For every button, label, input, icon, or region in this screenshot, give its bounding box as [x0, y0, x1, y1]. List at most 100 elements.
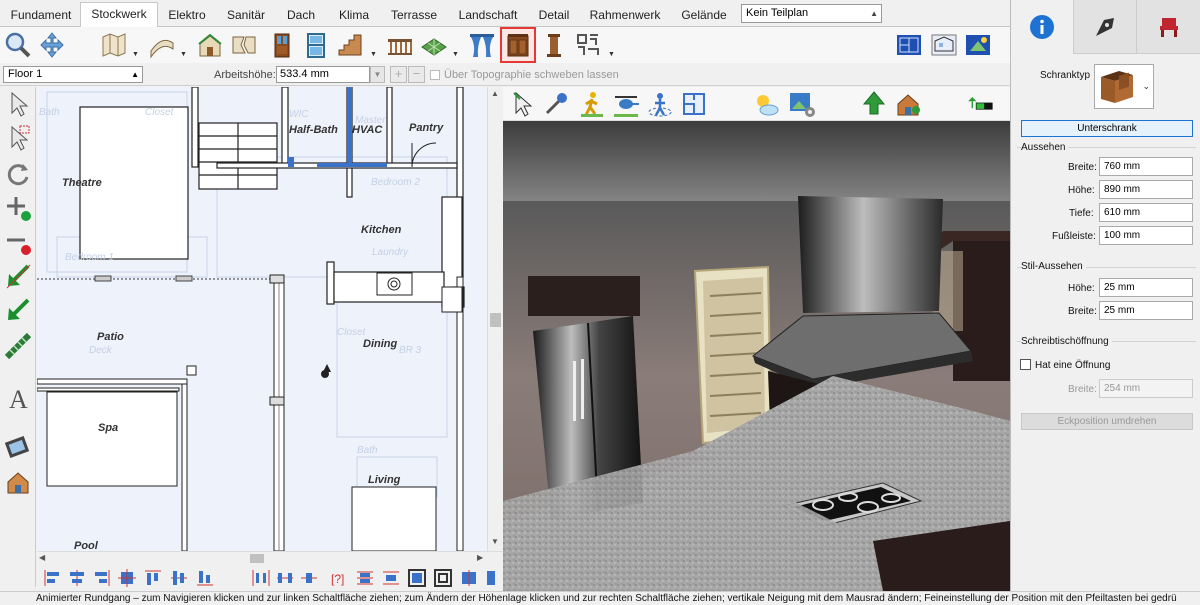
curved-wall-button[interactable] — [146, 29, 178, 61]
layer-toggle-tool[interactable] — [965, 89, 995, 119]
scroll-right-icon[interactable]: ▶ — [477, 553, 483, 562]
tab-stockwerk[interactable]: Stockwerk — [80, 2, 158, 28]
floor-plan-view-button[interactable] — [893, 29, 925, 61]
dropdown-arrow-icon[interactable]: ▼ — [180, 51, 187, 58]
camera-tool[interactable] — [3, 431, 33, 461]
align-right-button[interactable] — [91, 568, 111, 588]
flip-button[interactable] — [459, 568, 479, 588]
hatch-tool[interactable] — [3, 331, 33, 361]
align-top-button[interactable] — [143, 568, 163, 588]
3d-render-view[interactable] — [503, 121, 1010, 591]
plan-vertical-scrollbar[interactable]: ▲ ▼ — [487, 87, 503, 551]
eyedropper-tool[interactable] — [541, 89, 571, 119]
toe-kick-input[interactable]: 100 mm — [1099, 226, 1193, 245]
tab-rahmenwerk[interactable]: Rahmenwerk — [578, 4, 672, 26]
plan-overlay-tool[interactable] — [679, 89, 709, 119]
stairs-button[interactable] — [334, 29, 366, 61]
add-point-tool[interactable] — [3, 193, 33, 223]
more-button[interactable] — [485, 568, 505, 588]
dollhouse-tool[interactable] — [645, 89, 675, 119]
decrease-button[interactable]: − — [408, 66, 425, 83]
tab-elektro[interactable]: Elektro — [158, 4, 216, 26]
3d-view-button[interactable] — [962, 29, 994, 61]
pan-button[interactable] — [36, 29, 68, 61]
walkthrough-tool[interactable] — [577, 89, 607, 119]
tab-klima[interactable]: Klima — [326, 4, 382, 26]
text-tool[interactable]: A — [3, 383, 33, 413]
tab-dach[interactable]: Dach — [276, 4, 326, 26]
topography-checkbox[interactable] — [430, 70, 440, 80]
align-bottom-button[interactable] — [195, 568, 215, 588]
broken-wall-button[interactable] — [228, 29, 260, 61]
3d-select-tool[interactable] — [507, 89, 537, 119]
dropdown-arrow-icon[interactable]: ▼ — [132, 51, 139, 58]
width-input[interactable]: 760 mm — [1099, 157, 1193, 176]
window-button[interactable] — [300, 29, 332, 61]
scroll-left-icon[interactable]: ◀ — [39, 553, 45, 562]
plan-horizontal-scrollbar[interactable]: ◀ ▶ — [37, 551, 503, 565]
door-button[interactable] — [266, 29, 298, 61]
sun-settings-tool[interactable] — [751, 89, 781, 119]
home-view-tool[interactable] — [3, 467, 33, 497]
base-cabinet-button[interactable]: Unterschrank — [1021, 120, 1193, 137]
floor-select[interactable]: Floor 1▲▼ — [3, 66, 143, 94]
style-height-input[interactable]: 25 mm — [1099, 278, 1193, 297]
center-cross-button[interactable] — [117, 568, 137, 588]
scroll-up-icon[interactable]: ▲ — [491, 89, 499, 98]
dropdown-arrow-icon[interactable]: ▼ — [452, 51, 459, 58]
height-input[interactable]: 890 mm — [1099, 180, 1193, 199]
render-settings-tool[interactable] — [787, 89, 817, 119]
tab-fundament[interactable]: Fundament — [2, 4, 80, 26]
elevation-view-button[interactable] — [928, 29, 960, 61]
select-tool[interactable] — [3, 89, 33, 119]
space-h2-button[interactable] — [299, 568, 319, 588]
chevron-down-icon[interactable]: ▼ — [370, 66, 385, 83]
stack2-button[interactable] — [381, 568, 401, 588]
tab-sanitaer[interactable]: Sanitär — [216, 4, 276, 26]
tab-material[interactable] — [1137, 0, 1200, 54]
cabinet-button[interactable] — [500, 27, 536, 63]
remove-point-tool[interactable] — [3, 227, 33, 257]
curtain-button[interactable] — [466, 29, 498, 61]
scroll-thumb[interactable] — [250, 554, 264, 563]
align-left-button[interactable] — [43, 568, 63, 588]
terrain-tool[interactable] — [859, 89, 889, 119]
distribute-h-button[interactable] — [251, 568, 271, 588]
align-middle-button[interactable] — [169, 568, 189, 588]
flyover-tool[interactable] — [611, 89, 641, 119]
move-up-tool[interactable] — [3, 295, 33, 325]
stack-button[interactable] — [355, 568, 375, 588]
plan-select[interactable]: Kein Teilplan▲▼ — [741, 4, 882, 35]
column-button[interactable] — [538, 29, 570, 61]
working-height-input[interactable]: 533.4 mm — [276, 66, 370, 83]
frame-button[interactable] — [407, 568, 427, 588]
floor-pattern-button[interactable] — [418, 29, 450, 61]
rotate-tool[interactable] — [3, 159, 33, 189]
exterior-view-tool[interactable] — [893, 89, 923, 119]
style-width-input[interactable]: 25 mm — [1099, 301, 1193, 320]
scroll-thumb[interactable] — [490, 313, 501, 327]
tab-landschaft[interactable]: Landschaft — [446, 4, 530, 26]
tab-terrasse[interactable]: Terrasse — [382, 4, 446, 26]
cabinet-type-picker[interactable]: ⌄ — [1094, 64, 1154, 109]
tab-style[interactable] — [1074, 0, 1137, 54]
dropdown-arrow-icon[interactable]: ▼ — [370, 51, 377, 58]
map-button[interactable] — [98, 29, 130, 61]
tab-gelaende[interactable]: Gelände — [672, 4, 736, 26]
railing-button[interactable] — [384, 29, 416, 61]
room-button[interactable] — [194, 29, 226, 61]
group-button[interactable] — [433, 568, 453, 588]
align-center-button[interactable] — [67, 568, 87, 588]
move-down-tool[interactable] — [3, 261, 33, 291]
tab-detail[interactable]: Detail — [530, 4, 578, 26]
scroll-down-icon[interactable]: ▼ — [491, 537, 499, 546]
depth-input[interactable]: 610 mm — [1099, 203, 1193, 222]
multi-select-tool[interactable] — [3, 123, 33, 153]
floor-plan-view[interactable]: Bath Closet WIC Master Bedroom 2 Bedroom… — [37, 87, 503, 551]
dropdown-arrow-icon[interactable]: ▼ — [608, 51, 615, 58]
has-opening-checkbox[interactable] — [1020, 359, 1031, 370]
dimension-button[interactable]: [?] — [329, 568, 349, 588]
increase-button[interactable]: + — [390, 66, 407, 83]
tab-info[interactable] — [1011, 0, 1074, 54]
shape-button[interactable] — [572, 29, 604, 61]
